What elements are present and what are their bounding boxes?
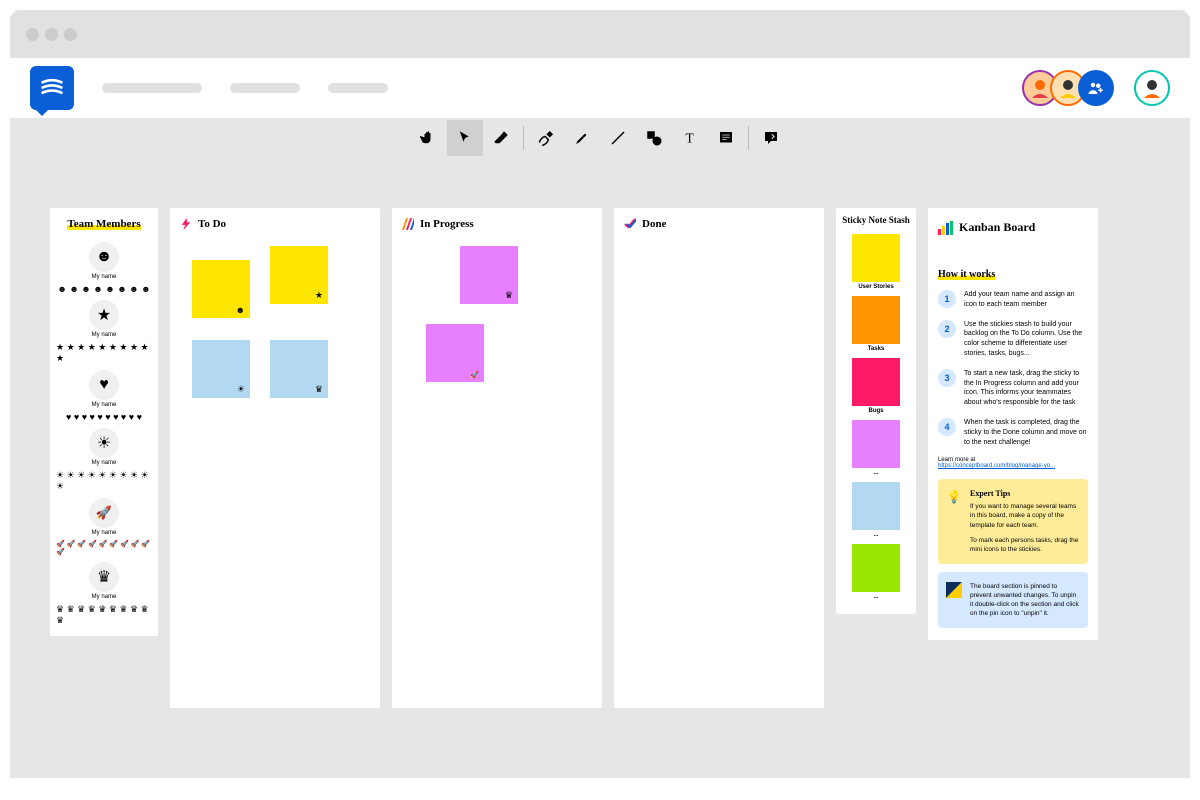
sticky-note[interactable]: ♛ <box>270 340 328 398</box>
column-title: In Progress <box>420 218 474 230</box>
shape-tool-icon[interactable] <box>636 120 672 156</box>
toolbar: T <box>10 118 1190 158</box>
info-title: Kanban Board <box>959 220 1035 235</box>
pin-icon <box>946 582 962 598</box>
sticky-note[interactable]: 🚀 <box>426 324 484 382</box>
window-dot <box>64 28 77 41</box>
learn-more-link[interactable]: https://conceptboard.com/blog/manage-yo.… <box>938 463 1055 469</box>
current-user-avatar[interactable] <box>1134 70 1170 106</box>
team-member[interactable]: ♛My name <box>56 562 152 600</box>
sticky-note[interactable]: ☀ <box>192 340 250 398</box>
todo-column[interactable]: To Do ☻ ★ ☀ ♛ <box>170 208 380 708</box>
inprogress-column[interactable]: In Progress ♛ 🚀 <box>392 208 602 708</box>
smiley-icon: ☻ <box>236 305 245 315</box>
stripes-icon <box>402 218 414 230</box>
step-number: 3 <box>938 369 956 387</box>
pinned-info-box: The board section is pinned to prevent u… <box>938 572 1088 628</box>
sticky-stack-orange[interactable] <box>852 296 900 344</box>
browser-chrome <box>10 10 1190 58</box>
separator <box>523 126 524 150</box>
done-column[interactable]: Done <box>614 208 824 708</box>
icon-row[interactable]: ♛ ♛ ♛ ♛ ♛ ♛ ♛ ♛ ♛ ♛ <box>56 604 152 626</box>
icon-row[interactable]: ★ ★ ★ ★ ★ ★ ★ ★ ★ ★ <box>56 342 152 364</box>
team-member[interactable]: ★My name <box>56 300 152 338</box>
sticky-stack-red[interactable] <box>852 358 900 406</box>
how-it-works-title: How it works <box>938 269 995 280</box>
breadcrumb-placeholder <box>102 83 202 93</box>
app-logo[interactable] <box>30 66 74 110</box>
icon-row[interactable]: 🚀 🚀 🚀 🚀 🚀 🚀 🚀 🚀 🚀 🚀 <box>56 540 152 556</box>
icon-row[interactable]: ♥ ♥ ♥ ♥ ♥ ♥ ♥ ♥ ♥ ♥ <box>56 412 152 422</box>
info-panel: Kanban Board How it works 1Add your team… <box>928 208 1098 640</box>
column-title: To Do <box>198 218 226 230</box>
team-members-panel: Team Members ☻My name ☻ ☻ ☻ ☻ ☻ ☻ ☻ ☻ ★M… <box>50 208 158 636</box>
step-number: 1 <box>938 290 956 308</box>
heart-icon: ♥ <box>89 370 119 400</box>
rocket-icon: 🚀 <box>89 498 119 528</box>
pointer-tool-icon[interactable] <box>447 120 483 156</box>
add-collaborator-icon[interactable] <box>1078 70 1114 106</box>
team-panel-title: Team Members <box>67 218 140 230</box>
icon-row[interactable]: ☀ ☀ ☀ ☀ ☀ ☀ ☀ ☀ ☀ ☀ <box>56 470 152 492</box>
expert-tips-box: 💡 Expert Tips If you want to manage seve… <box>938 479 1088 563</box>
hand-tool-icon[interactable] <box>411 120 447 156</box>
crown-icon: ♛ <box>89 562 119 592</box>
collaborator-avatars[interactable] <box>1022 70 1114 106</box>
rocket-icon: 🚀 <box>470 371 479 379</box>
column-title: Done <box>642 218 666 230</box>
team-member[interactable]: ☻My name <box>56 242 152 280</box>
smiley-icon: ☻ <box>89 242 119 272</box>
topbar <box>10 58 1190 118</box>
comment-tool-icon[interactable] <box>753 120 789 156</box>
sticky-stash-panel: Sticky Note Stash User Stories Tasks Bug… <box>836 208 916 614</box>
window-dot <box>45 28 58 41</box>
step-number: 4 <box>938 418 956 436</box>
step-number: 2 <box>938 320 956 338</box>
line-tool-icon[interactable] <box>600 120 636 156</box>
team-member[interactable]: ♥My name <box>56 370 152 408</box>
lightbulb-icon: 💡 <box>946 489 962 505</box>
board-canvas[interactable]: Team Members ☻My name ☻ ☻ ☻ ☻ ☻ ☻ ☻ ☻ ★M… <box>10 158 1190 778</box>
stash-title: Sticky Note Stash <box>840 216 912 226</box>
marker-tool-icon[interactable] <box>564 120 600 156</box>
star-icon: ★ <box>315 290 323 301</box>
sticky-note[interactable]: ♛ <box>460 246 518 304</box>
sticky-stack-yellow[interactable] <box>852 234 900 282</box>
lightning-icon <box>180 218 192 230</box>
sticky-stack-pink[interactable] <box>852 420 900 468</box>
team-member[interactable]: ☀My name <box>56 428 152 466</box>
window-dot <box>26 28 39 41</box>
text-tool-icon[interactable]: T <box>672 120 708 156</box>
breadcrumb-placeholder <box>328 83 388 93</box>
pen-tool-icon[interactable] <box>528 120 564 156</box>
icon-row[interactable]: ☻ ☻ ☻ ☻ ☻ ☻ ☻ ☻ <box>56 284 152 294</box>
check-icon <box>624 218 636 230</box>
crown-icon: ♛ <box>505 290 513 301</box>
team-member[interactable]: 🚀My name <box>56 498 152 536</box>
sticky-note[interactable]: ☻ <box>192 260 250 318</box>
sticky-note[interactable]: ★ <box>270 246 328 304</box>
sticky-stack-green[interactable] <box>852 544 900 592</box>
breadcrumb-placeholder <box>230 83 300 93</box>
note-tool-icon[interactable] <box>708 120 744 156</box>
eraser-tool-icon[interactable] <box>483 120 519 156</box>
separator <box>748 126 749 150</box>
sticky-stack-blue[interactable] <box>852 482 900 530</box>
svg-text:T: T <box>686 131 695 146</box>
crown-icon: ♛ <box>315 384 323 395</box>
star-icon: ★ <box>89 300 119 330</box>
bars-icon <box>938 221 953 235</box>
sun-icon: ☀ <box>237 384 245 395</box>
sun-icon: ☀ <box>89 428 119 458</box>
